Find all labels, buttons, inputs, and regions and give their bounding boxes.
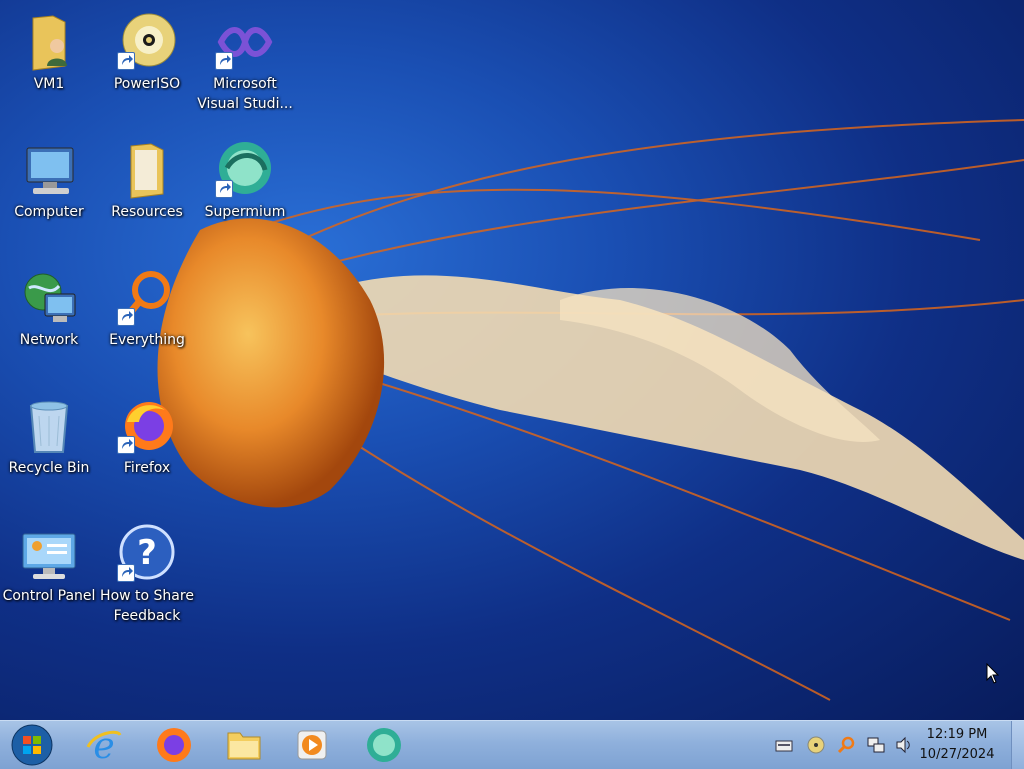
shortcut-arrow-icon: [215, 52, 233, 70]
poweriso-disc-icon: [117, 12, 177, 72]
desktop-icon-label: Network: [19, 332, 79, 348]
desktop-icon-control-panel[interactable]: Control Panel: [1, 518, 97, 638]
mouse-cursor-icon: [986, 663, 1000, 684]
shortcut-arrow-icon: [117, 52, 135, 70]
desktop-icon-computer[interactable]: Computer: [1, 134, 97, 254]
recycle-bin-icon: [19, 396, 79, 456]
desktop-icon-feedback[interactable]: ? How to Share Feedback: [99, 518, 195, 638]
folder-icon: [117, 140, 177, 200]
taskbar-firefox[interactable]: [144, 723, 204, 767]
start-button[interactable]: [4, 723, 60, 767]
desktop-icon-label: PowerISO: [113, 76, 181, 92]
internet-explorer-icon: e: [86, 726, 122, 765]
desktop-icon-label: Supermium: [204, 204, 286, 220]
shortcut-arrow-icon: [117, 436, 135, 454]
desktop-icon-label: Microsoft Visual Studi...: [197, 76, 293, 112]
taskbar-internet-explorer[interactable]: e: [74, 723, 134, 767]
desktop-icon-label: Everything: [109, 332, 185, 348]
clock-time: 12:19 PM: [926, 727, 988, 742]
network-icon: [19, 268, 79, 328]
shortcut-arrow-icon: [215, 180, 233, 198]
user-folder-icon: [19, 12, 79, 72]
desktop-icon-label: Firefox: [123, 460, 171, 476]
taskbar: e 12:19 PM 10/27/2024: [0, 720, 1024, 769]
control-panel-icon: [19, 524, 79, 584]
show-desktop-button[interactable]: [1011, 721, 1024, 769]
desktop-icon-label: Computer: [14, 204, 84, 220]
desktop-icon-recycle-bin[interactable]: Recycle Bin: [1, 390, 97, 510]
svg-text:?: ?: [137, 533, 157, 573]
shortcut-arrow-icon: [117, 564, 135, 582]
poweriso-tray-icon[interactable]: [806, 735, 826, 755]
taskbar-media-player[interactable]: [282, 723, 342, 767]
clock-date: 10/27/2024: [919, 747, 995, 762]
network-tray-icon[interactable]: [866, 735, 886, 755]
shortcut-arrow-icon: [117, 308, 135, 326]
firefox-icon: [117, 396, 177, 456]
desktop-icon-firefox[interactable]: Firefox: [99, 390, 195, 510]
computer-icon: [19, 140, 79, 200]
firefox-icon: [157, 728, 191, 762]
desktop-icon-vm1[interactable]: VM1: [1, 6, 97, 126]
taskbar-supermium[interactable]: [354, 723, 414, 767]
help-icon: ?: [117, 524, 177, 584]
visual-studio-icon: [215, 12, 275, 72]
desktop-icon-label: How to Share Feedback: [100, 588, 194, 624]
desktop-icon-everything[interactable]: Everything: [99, 262, 195, 382]
everything-search-icon: [117, 268, 177, 328]
supermium-icon: [367, 728, 401, 762]
desktop[interactable]: VM1 PowerISO Microsoft Visual Studi... C…: [0, 0, 1024, 720]
desktop-icon-visual-studio[interactable]: Microsoft Visual Studi...: [197, 6, 293, 126]
supermium-icon: [215, 140, 275, 200]
start-orb-icon: [11, 724, 53, 766]
everything-tray-icon[interactable]: [836, 735, 856, 755]
system-tray: 12:19 PM 10/27/2024: [764, 721, 1024, 769]
taskbar-clock[interactable]: 12:19 PM 10/27/2024: [912, 725, 1002, 765]
desktop-icon-supermium[interactable]: Supermium: [197, 134, 293, 254]
file-explorer-icon: [227, 732, 261, 760]
desktop-icon-resources[interactable]: Resources: [99, 134, 195, 254]
desktop-icon-network[interactable]: Network: [1, 262, 97, 382]
volume-icon[interactable]: [894, 735, 914, 755]
desktop-icon-poweriso[interactable]: PowerISO: [99, 6, 195, 126]
keyboard-icon[interactable]: [774, 735, 794, 755]
desktop-icon-label: VM1: [33, 76, 65, 92]
desktop-icon-label: Recycle Bin: [8, 460, 90, 476]
desktop-icon-label: Control Panel: [2, 588, 96, 604]
desktop-icon-label: Resources: [111, 204, 183, 220]
taskbar-file-explorer[interactable]: [214, 723, 274, 767]
media-player-icon: [297, 730, 327, 760]
